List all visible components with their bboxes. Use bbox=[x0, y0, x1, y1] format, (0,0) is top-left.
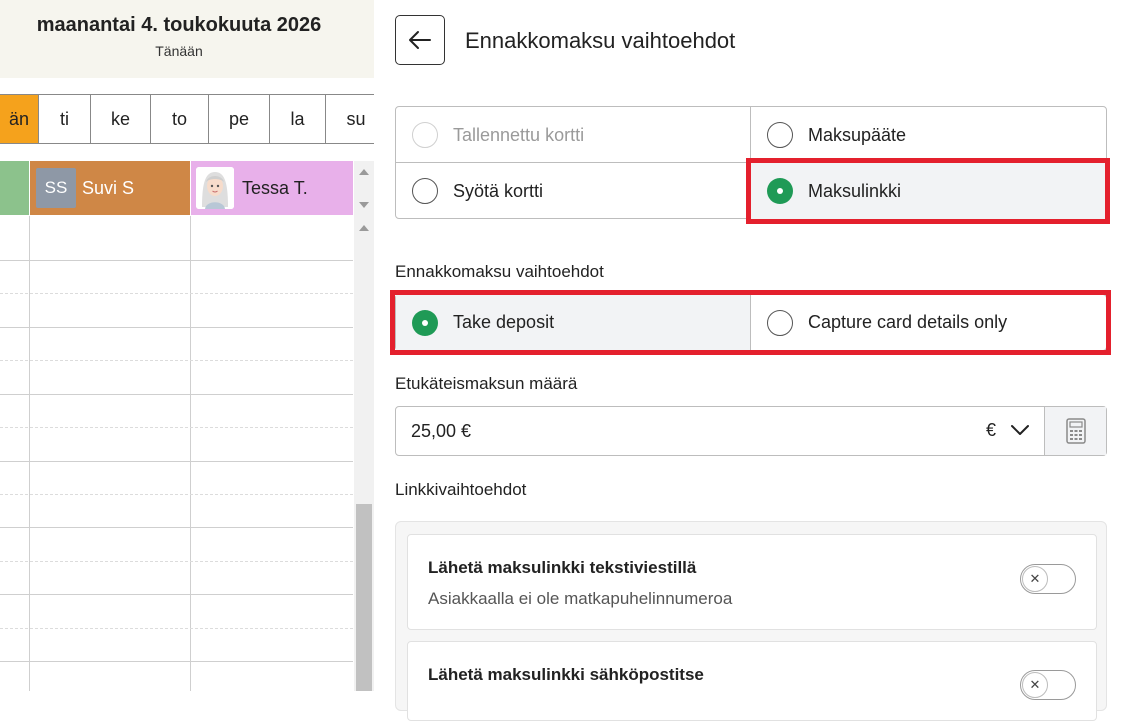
option-label: Capture card details only bbox=[808, 312, 1008, 332]
radio-terminal[interactable] bbox=[767, 122, 793, 148]
day-tab-thu[interactable]: to bbox=[151, 95, 209, 143]
payment-option-terminal[interactable]: Maksupääte bbox=[751, 107, 1106, 163]
deposit-option-group: Take deposit Capture card details only bbox=[395, 294, 1107, 351]
deposit-option-capture-card[interactable]: Capture card details only bbox=[751, 295, 1106, 350]
arrow-left-icon bbox=[409, 31, 431, 49]
radio-payment-link[interactable] bbox=[767, 178, 793, 204]
scroll-up-arrow-icon[interactable] bbox=[359, 225, 369, 231]
day-tab-fri[interactable]: pe bbox=[209, 95, 270, 143]
radio-capture-card[interactable] bbox=[767, 309, 793, 336]
avatar bbox=[196, 167, 234, 209]
link-section-label: Linkkivaihtoehdot bbox=[395, 480, 527, 499]
deposit-section-label: Ennakkomaksu vaihtoehdot bbox=[395, 262, 604, 281]
link-option-title: Lähetä maksulinkki sähköpostitse bbox=[428, 665, 704, 684]
payment-option-saved-card: Tallennettu kortti bbox=[396, 107, 750, 163]
today-label: Tänään bbox=[155, 43, 203, 59]
day-tab-sun[interactable]: su bbox=[326, 95, 374, 143]
chevron-down-icon[interactable] bbox=[1010, 423, 1030, 437]
date-header: maanantai 4. toukokuuta 2026 Tänään bbox=[0, 0, 374, 78]
link-option-sms: Lähetä maksulinkki tekstiviestillä Asiak… bbox=[407, 534, 1097, 630]
staff-name: Tessa T. bbox=[242, 177, 308, 198]
panel-title: Ennakkomaksu vaihtoehdot bbox=[465, 28, 736, 53]
amount-input[interactable]: 25,00 € bbox=[411, 421, 471, 442]
link-options-container: Lähetä maksulinkki tekstiviestillä Asiak… bbox=[395, 521, 1107, 721]
calculator-icon bbox=[1065, 418, 1086, 444]
deposit-panel: Ennakkomaksu vaihtoehdot Tallennettu kor… bbox=[374, 0, 1122, 721]
day-tab-sat[interactable]: la bbox=[270, 95, 326, 143]
scroll-down-arrow-icon[interactable] bbox=[359, 202, 369, 208]
close-icon: ✕ bbox=[1022, 672, 1048, 698]
staff-column-header[interactable]: Tessa T. bbox=[191, 161, 353, 215]
scroll-up-arrow-icon[interactable] bbox=[359, 169, 369, 175]
staff-column-header[interactable]: SS Suvi S bbox=[30, 161, 190, 215]
email-toggle[interactable]: ✕ bbox=[1020, 670, 1076, 700]
date-title: maanantai 4. toukokuuta 2026 bbox=[36, 14, 322, 36]
staff-column-header[interactable] bbox=[0, 161, 29, 215]
day-tab-wed[interactable]: ke bbox=[91, 95, 151, 143]
calendar-scrollbar[interactable] bbox=[354, 161, 374, 691]
option-label: Tallennettu kortti bbox=[453, 124, 585, 145]
amount-field[interactable]: 25,00 € € bbox=[395, 406, 1107, 456]
amount-label: Etukäteismaksun määrä bbox=[395, 374, 578, 393]
payment-option-payment-link[interactable]: Maksulinkki bbox=[751, 163, 1106, 219]
avatar: SS bbox=[36, 168, 76, 208]
back-button[interactable] bbox=[395, 15, 445, 65]
option-label: Syötä kortti bbox=[453, 180, 544, 201]
radio-take-deposit[interactable] bbox=[412, 309, 438, 336]
deposit-option-take-deposit[interactable]: Take deposit bbox=[396, 295, 750, 350]
day-tab-mon[interactable]: än bbox=[0, 95, 39, 143]
calendar-pane: maanantai 4. toukokuuta 2026 Tänään än t… bbox=[0, 0, 374, 691]
link-option-email: Lähetä maksulinkki sähköpostitse ✕ bbox=[407, 641, 1097, 721]
radio-saved-card bbox=[412, 122, 438, 148]
option-label: Take deposit bbox=[453, 312, 555, 332]
staff-name: Suvi S bbox=[82, 177, 135, 198]
link-option-subtitle: Asiakkaalla ei ole matkapuhelinnumeroa bbox=[428, 589, 733, 608]
link-option-title: Lähetä maksulinkki tekstiviestillä bbox=[428, 558, 697, 577]
day-tab-tue[interactable]: ti bbox=[39, 95, 91, 143]
radio-enter-card[interactable] bbox=[412, 178, 438, 204]
schedule-grid[interactable] bbox=[0, 216, 353, 691]
payment-method-group: Tallennettu kortti Maksupääte Syötä kort… bbox=[395, 106, 1107, 219]
payment-option-enter-card[interactable]: Syötä kortti bbox=[396, 163, 750, 219]
close-icon: ✕ bbox=[1022, 566, 1048, 592]
calculator-button[interactable] bbox=[1044, 407, 1106, 455]
option-label: Maksupääte bbox=[808, 124, 907, 145]
weekday-bar: än ti ke to pe la su bbox=[0, 94, 374, 144]
currency-select[interactable]: € bbox=[986, 420, 996, 441]
option-label: Maksulinkki bbox=[808, 180, 902, 201]
scrollbar-thumb[interactable] bbox=[356, 504, 372, 691]
sms-toggle[interactable]: ✕ bbox=[1020, 564, 1076, 594]
